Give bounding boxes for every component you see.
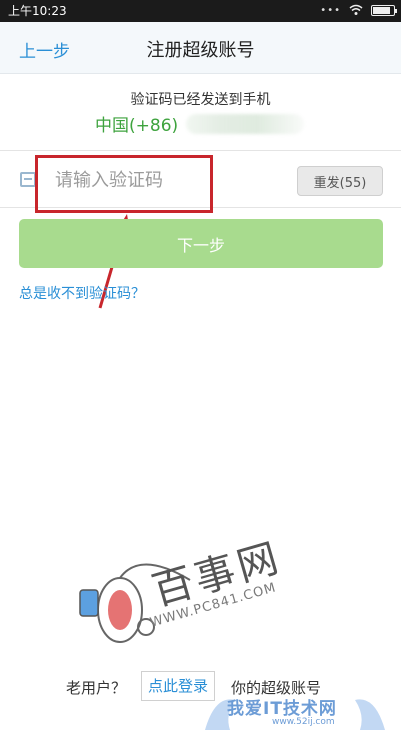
country-code: 中国(+86) [95,116,179,136]
code-sent-message: 验证码已经发送到手机 [130,92,271,108]
phone-number-line: 中国(+86) [95,111,305,136]
notification-dots-icon: ••• [320,4,341,16]
page-title: 注册超级账号 [146,40,255,61]
phone-number-redacted [186,113,305,134]
resend-button[interactable]: 重发(55) [297,166,383,196]
next-step-button[interactable]: 下一步 [19,219,383,268]
status-icons: ••• [320,4,397,16]
sms-code-icon [20,172,36,187]
wifi-icon [349,4,363,15]
footer-prefix: 老用户？ [66,679,127,697]
status-time: 上午10:23 [8,4,67,18]
status-bar: 上午10:23 ••• [0,0,401,22]
watermark2-url: www.52ij.com [272,717,335,727]
nav-header: 上一步 注册超级账号 [0,22,401,74]
battery-icon [371,4,397,16]
annotation-highlight-box [35,155,213,213]
watermark2-text: 我爱IT技术网 [227,699,337,719]
code-not-received-link[interactable]: 总是收不到验证码？ [19,283,145,303]
